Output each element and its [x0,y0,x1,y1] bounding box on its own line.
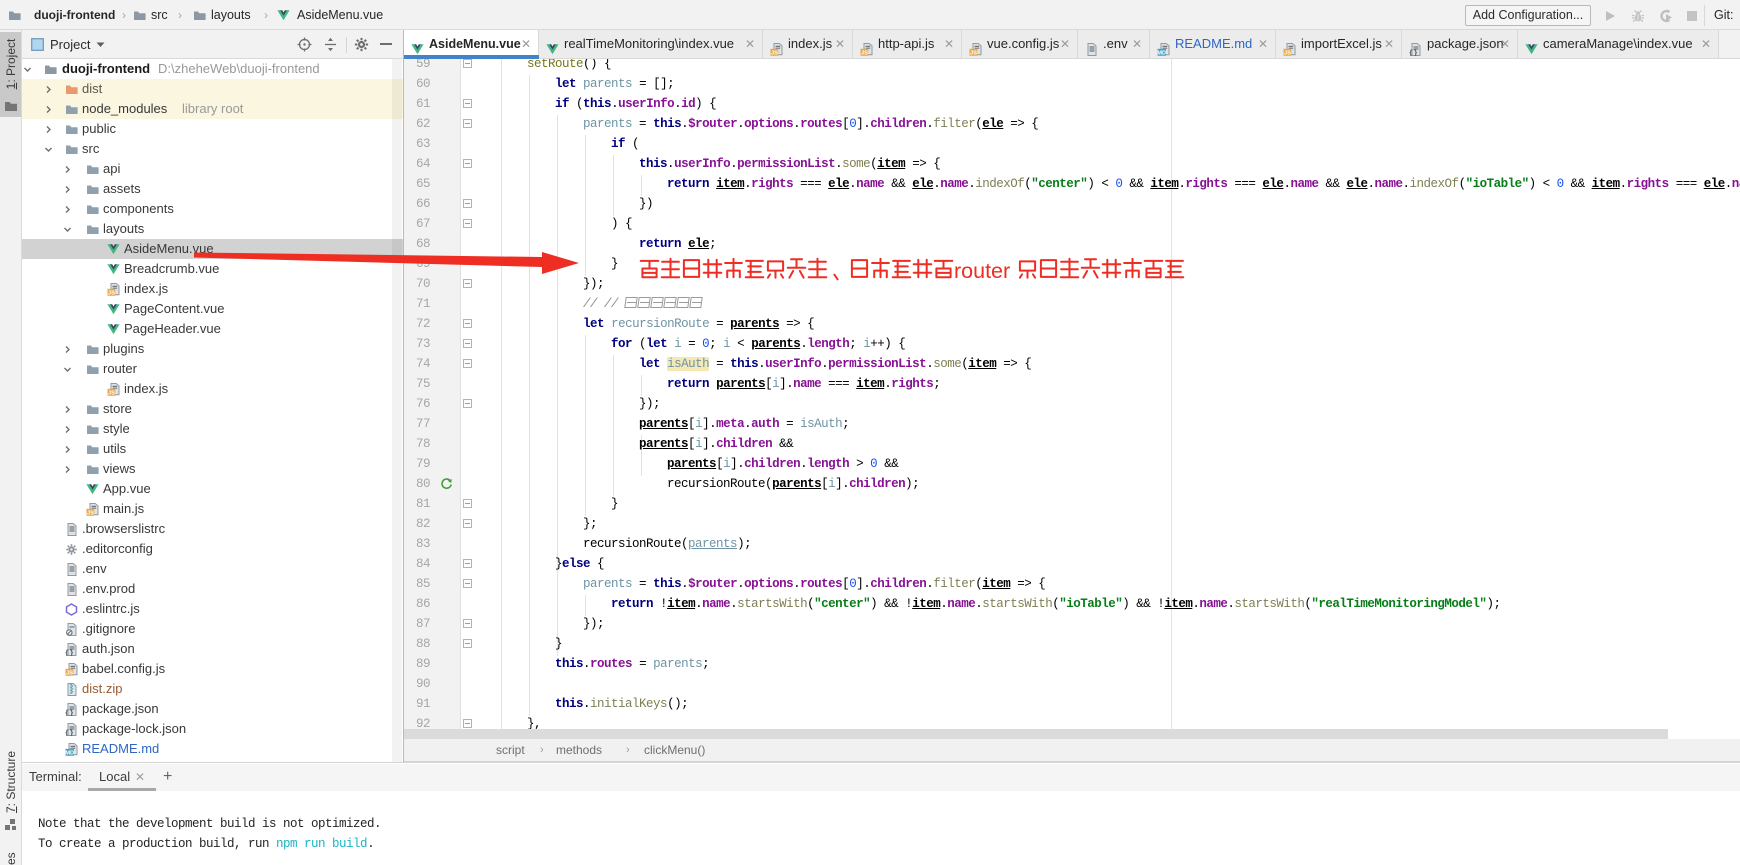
svg-text:JS: JS [66,670,73,676]
svg-text:JS: JS [861,50,868,56]
svg-text:MD: MD [65,750,74,756]
svg-text:{}: {} [1409,50,1418,56]
svg-text:JS: JS [108,390,115,396]
svg-text:JS: JS [87,510,94,516]
svg-text:{}: {} [65,650,74,656]
svg-text:{}: {} [65,710,74,716]
svg-text:JS: JS [970,50,977,56]
svg-text:JS: JS [771,50,778,56]
svg-text:{}: {} [65,730,74,736]
svg-text:MD: MD [1157,50,1166,56]
svg-text:JS: JS [1284,50,1291,56]
svg-text:JS: JS [108,290,115,296]
